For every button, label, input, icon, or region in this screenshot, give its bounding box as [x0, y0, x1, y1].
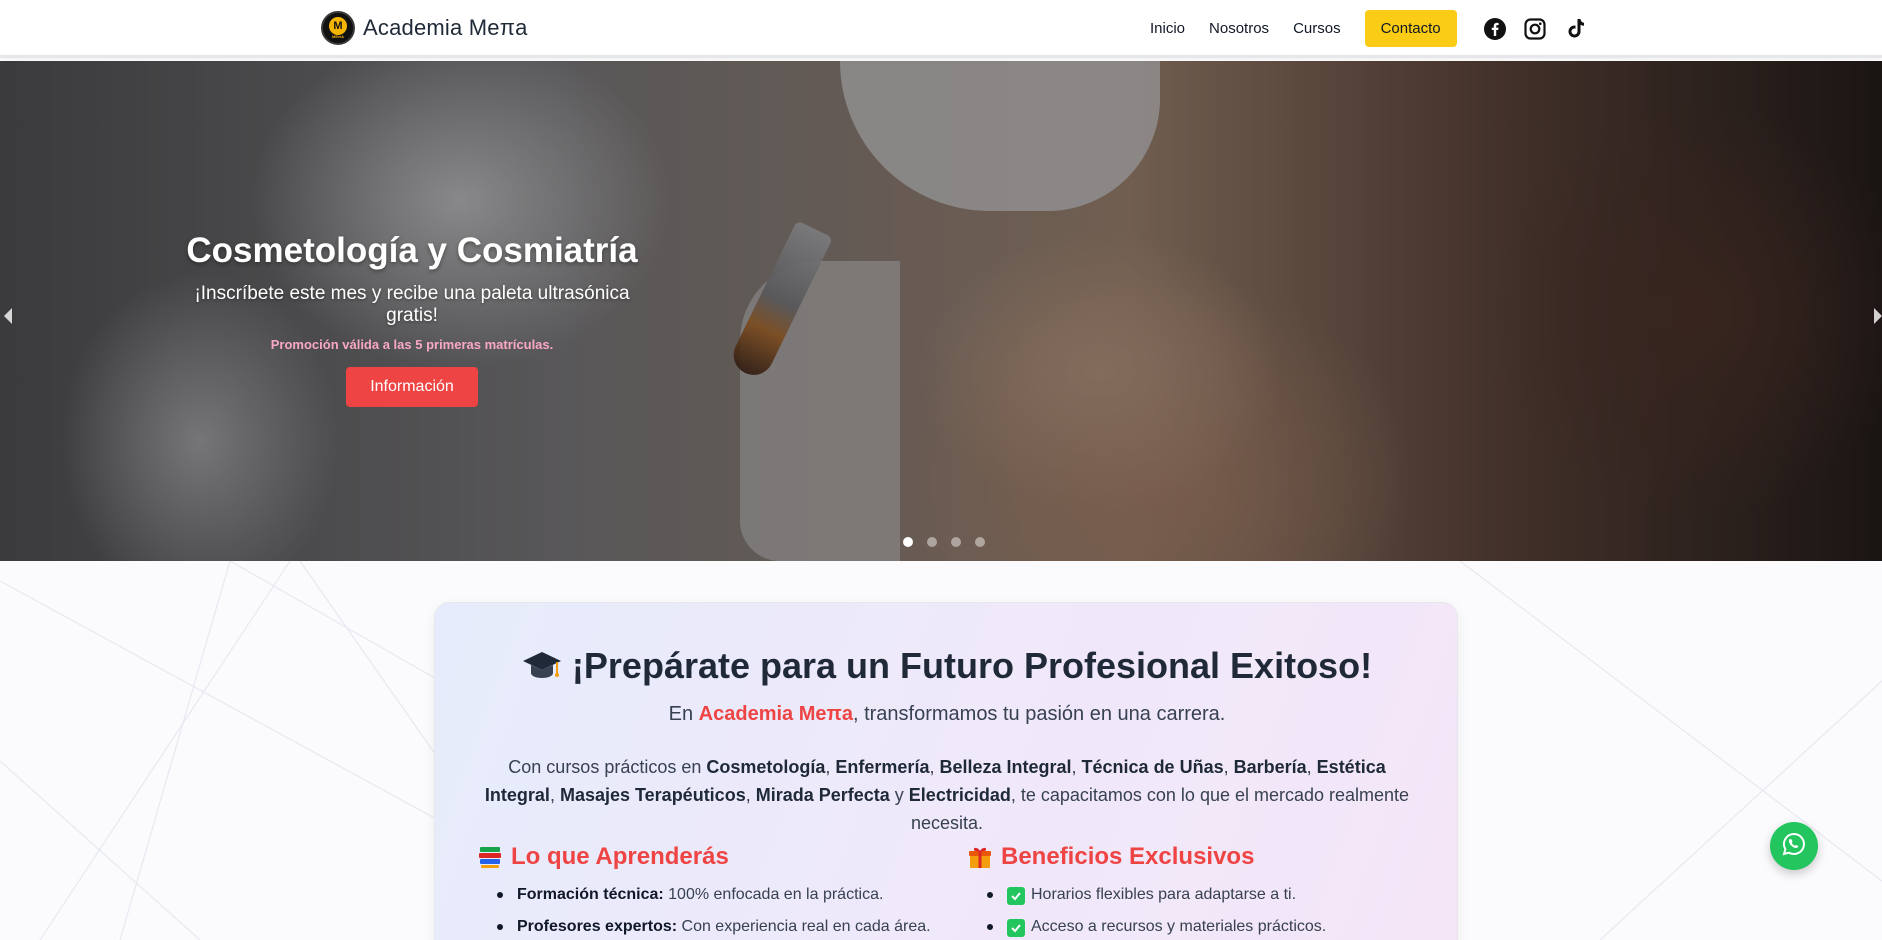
learn-title: Lo que Aprenderás [477, 843, 937, 871]
learn-column: Lo que Aprenderás Formación técnica: 100… [477, 843, 937, 940]
hero-subtitle: ¡Inscríbete este mes y recibe una paleta… [194, 283, 630, 326]
course-mirada-perfecta: Mirada Perfecta [755, 785, 890, 805]
course-cosmetologia: Cosmetología [706, 757, 826, 777]
brand-name: Academia Meπa [363, 15, 528, 40]
list-item: Formación técnica: 100% enfocada en la p… [497, 879, 937, 911]
carousel-next-icon[interactable] [1874, 308, 1882, 324]
course-electricidad: Electricidad [908, 785, 1011, 805]
benefits-title: Beneficios Exclusivos [967, 843, 1427, 871]
list-item: Acceso a recursos y materiales prácticos… [987, 911, 1427, 940]
learn-list: Formación técnica: 100% enfocada en la p… [477, 879, 937, 940]
contact-button[interactable]: Contacto [1364, 10, 1457, 47]
whatsapp-icon [1781, 831, 1807, 862]
course-belleza-integral: Belleza Integral [939, 757, 1072, 777]
list-item: Profesores expertos: Con experiencia rea… [497, 911, 937, 940]
benefits-column: Beneficios Exclusivos Horarios flexibles… [967, 843, 1427, 940]
intro-brand: Academia Meπa [698, 703, 853, 725]
intro-lead: En Academia Meπa, transformamos tu pasió… [668, 703, 1226, 725]
list-item: Horarios flexibles para adaptarse a ti. [987, 879, 1427, 911]
instagram-icon[interactable] [1521, 15, 1549, 43]
gift-icon [967, 844, 993, 870]
carousel-dot[interactable] [903, 537, 913, 547]
nav-item-cursos[interactable]: Cursos [1293, 11, 1341, 47]
intro-title: ¡Prepárate para un Futuro Profesional Ex… [435, 645, 1459, 691]
course-tecnica-unas: Técnica de Uñas [1081, 757, 1224, 777]
graduation-cap-icon [522, 648, 562, 691]
nav-menu: Inicio Nosotros Cursos Contacto [1150, 10, 1589, 47]
brand-logo: M MEπA [321, 11, 355, 45]
intro-description: Con cursos prácticos en Cosmetología, En… [484, 757, 1410, 833]
tiktok-icon[interactable] [1561, 15, 1589, 43]
info-button[interactable]: Información [346, 367, 478, 407]
hero-title: Cosmetología y Cosmiatría [186, 231, 638, 270]
course-enfermeria: Enfermería [835, 757, 930, 777]
check-icon [1007, 919, 1025, 937]
course-barberia: Barbería [1233, 757, 1307, 777]
nav-item-nosotros[interactable]: Nosotros [1209, 11, 1269, 47]
carousel-dot[interactable] [975, 537, 985, 547]
brand-link[interactable]: M MEπA Academia Meπa [321, 11, 528, 45]
nav-item-inicio[interactable]: Inicio [1150, 11, 1185, 47]
social-links [1481, 15, 1589, 43]
course-masajes: Masajes Terapéuticos [559, 785, 746, 805]
navbar: M MEπA Academia Meπa Inicio Nosotros Cur… [0, 0, 1882, 58]
whatsapp-button[interactable] [1770, 822, 1818, 870]
facebook-icon[interactable] [1481, 15, 1509, 43]
hero-carousel: Cosmetología y Cosmiatría ¡Inscríbete es… [0, 61, 1882, 561]
intro-card: ¡Prepárate para un Futuro Profesional Ex… [434, 602, 1458, 940]
carousel-dot[interactable] [927, 537, 937, 547]
books-icon [477, 844, 503, 870]
benefits-list: Horarios flexibles para adaptarse a ti. … [967, 879, 1427, 940]
carousel-indicators [903, 537, 985, 547]
carousel-prev-icon[interactable] [4, 308, 12, 324]
hero-caption: Cosmetología y Cosmiatría ¡Inscríbete es… [182, 231, 642, 407]
hero-promo: Promoción válida a las 5 primeras matríc… [270, 337, 554, 352]
check-icon [1007, 887, 1025, 905]
carousel-dot[interactable] [951, 537, 961, 547]
